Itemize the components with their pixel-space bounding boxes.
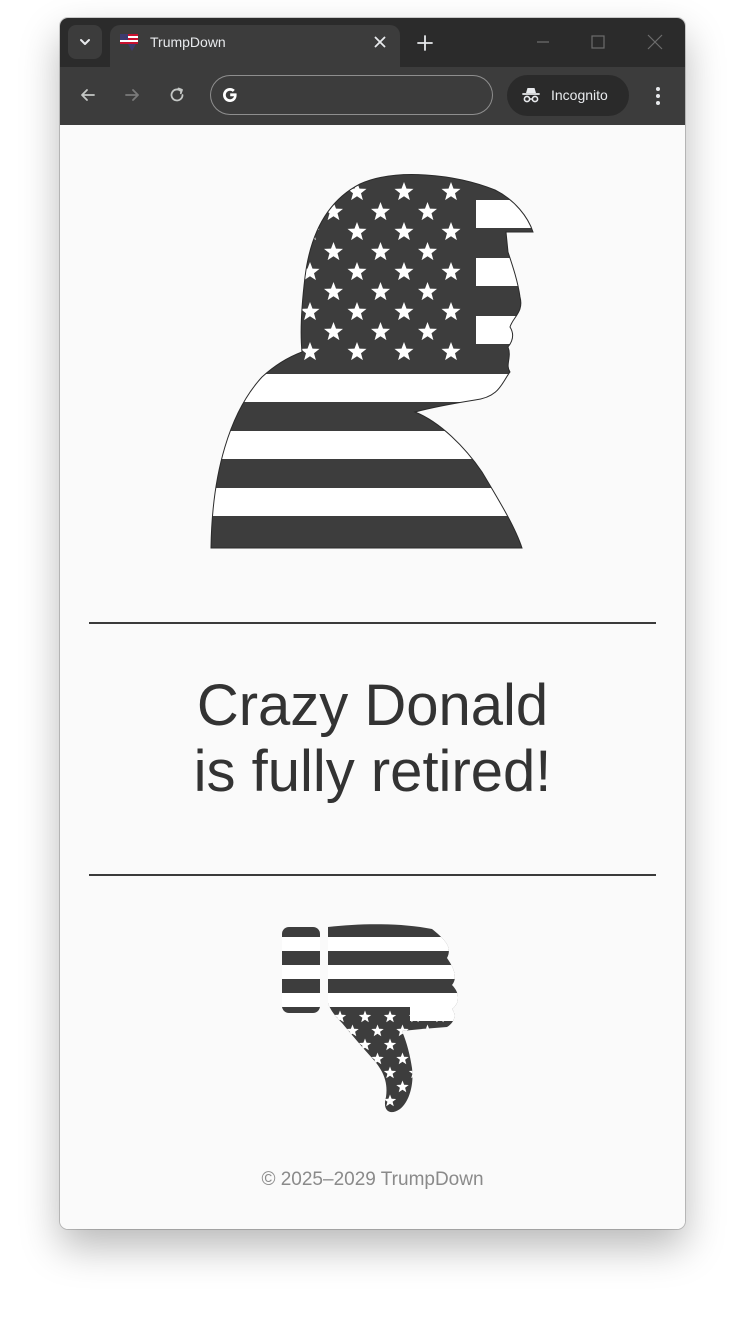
window-close-icon[interactable] bbox=[646, 33, 664, 51]
star-shape bbox=[446, 1052, 458, 1065]
thumbs-down-flag-icon bbox=[282, 924, 458, 1113]
toolbar: Incognito bbox=[60, 67, 685, 125]
incognito-icon bbox=[522, 88, 540, 103]
top-divider bbox=[89, 622, 656, 624]
incognito-label: Incognito bbox=[551, 87, 608, 103]
star-shape bbox=[333, 1066, 347, 1079]
star-shape bbox=[333, 1094, 347, 1107]
flag-silhouette-portrait-image bbox=[210, 174, 534, 549]
star-shape bbox=[433, 1094, 447, 1107]
bottom-divider bbox=[89, 874, 656, 876]
headline-line-2: is fully retired! bbox=[193, 739, 552, 804]
star-shape bbox=[408, 1038, 422, 1051]
tab-search-button[interactable] bbox=[68, 25, 102, 59]
close-icon[interactable] bbox=[372, 34, 388, 50]
star-shape bbox=[300, 182, 320, 201]
star-shape bbox=[358, 1066, 372, 1079]
incognito-badge[interactable]: Incognito bbox=[507, 75, 629, 116]
reload-icon[interactable] bbox=[167, 85, 187, 105]
browser-window: TrumpDown Incognito Crazy Donald is full… bbox=[60, 18, 685, 1229]
star-shape bbox=[358, 1094, 372, 1107]
star-shape bbox=[346, 1052, 359, 1065]
headline-line-1: Crazy Donald bbox=[196, 673, 549, 738]
star-shape bbox=[433, 1038, 447, 1051]
maximize-icon[interactable] bbox=[589, 33, 607, 51]
page-headline: Crazy Donald is fully retired! bbox=[60, 673, 685, 805]
page-content: Crazy Donald is fully retired! © 2025–20… bbox=[60, 125, 685, 1229]
kebab-menu-icon[interactable] bbox=[648, 84, 668, 108]
active-tab[interactable]: TrumpDown bbox=[110, 25, 400, 67]
footer-copyright: © 2025–2029 TrumpDown bbox=[261, 1169, 484, 1190]
flag-icon bbox=[120, 34, 138, 51]
star-shape bbox=[408, 1094, 422, 1107]
chevron-down-icon bbox=[80, 39, 90, 45]
star-shape bbox=[433, 1066, 447, 1079]
arrow-right-icon[interactable] bbox=[122, 85, 142, 105]
star-shape bbox=[346, 1080, 359, 1093]
minimize-icon[interactable] bbox=[534, 33, 552, 51]
address-bar[interactable] bbox=[210, 75, 493, 115]
tab-strip: TrumpDown bbox=[60, 18, 685, 67]
star-shape bbox=[446, 1080, 458, 1093]
star-shape bbox=[421, 1080, 434, 1093]
star-shape bbox=[333, 1038, 347, 1051]
tab-title: TrumpDown bbox=[150, 34, 226, 50]
star-shape bbox=[421, 1052, 434, 1065]
star-shape bbox=[371, 1080, 384, 1093]
arrow-left-icon[interactable] bbox=[78, 85, 98, 105]
plus-icon[interactable] bbox=[416, 34, 434, 52]
google-g-icon bbox=[223, 88, 237, 102]
